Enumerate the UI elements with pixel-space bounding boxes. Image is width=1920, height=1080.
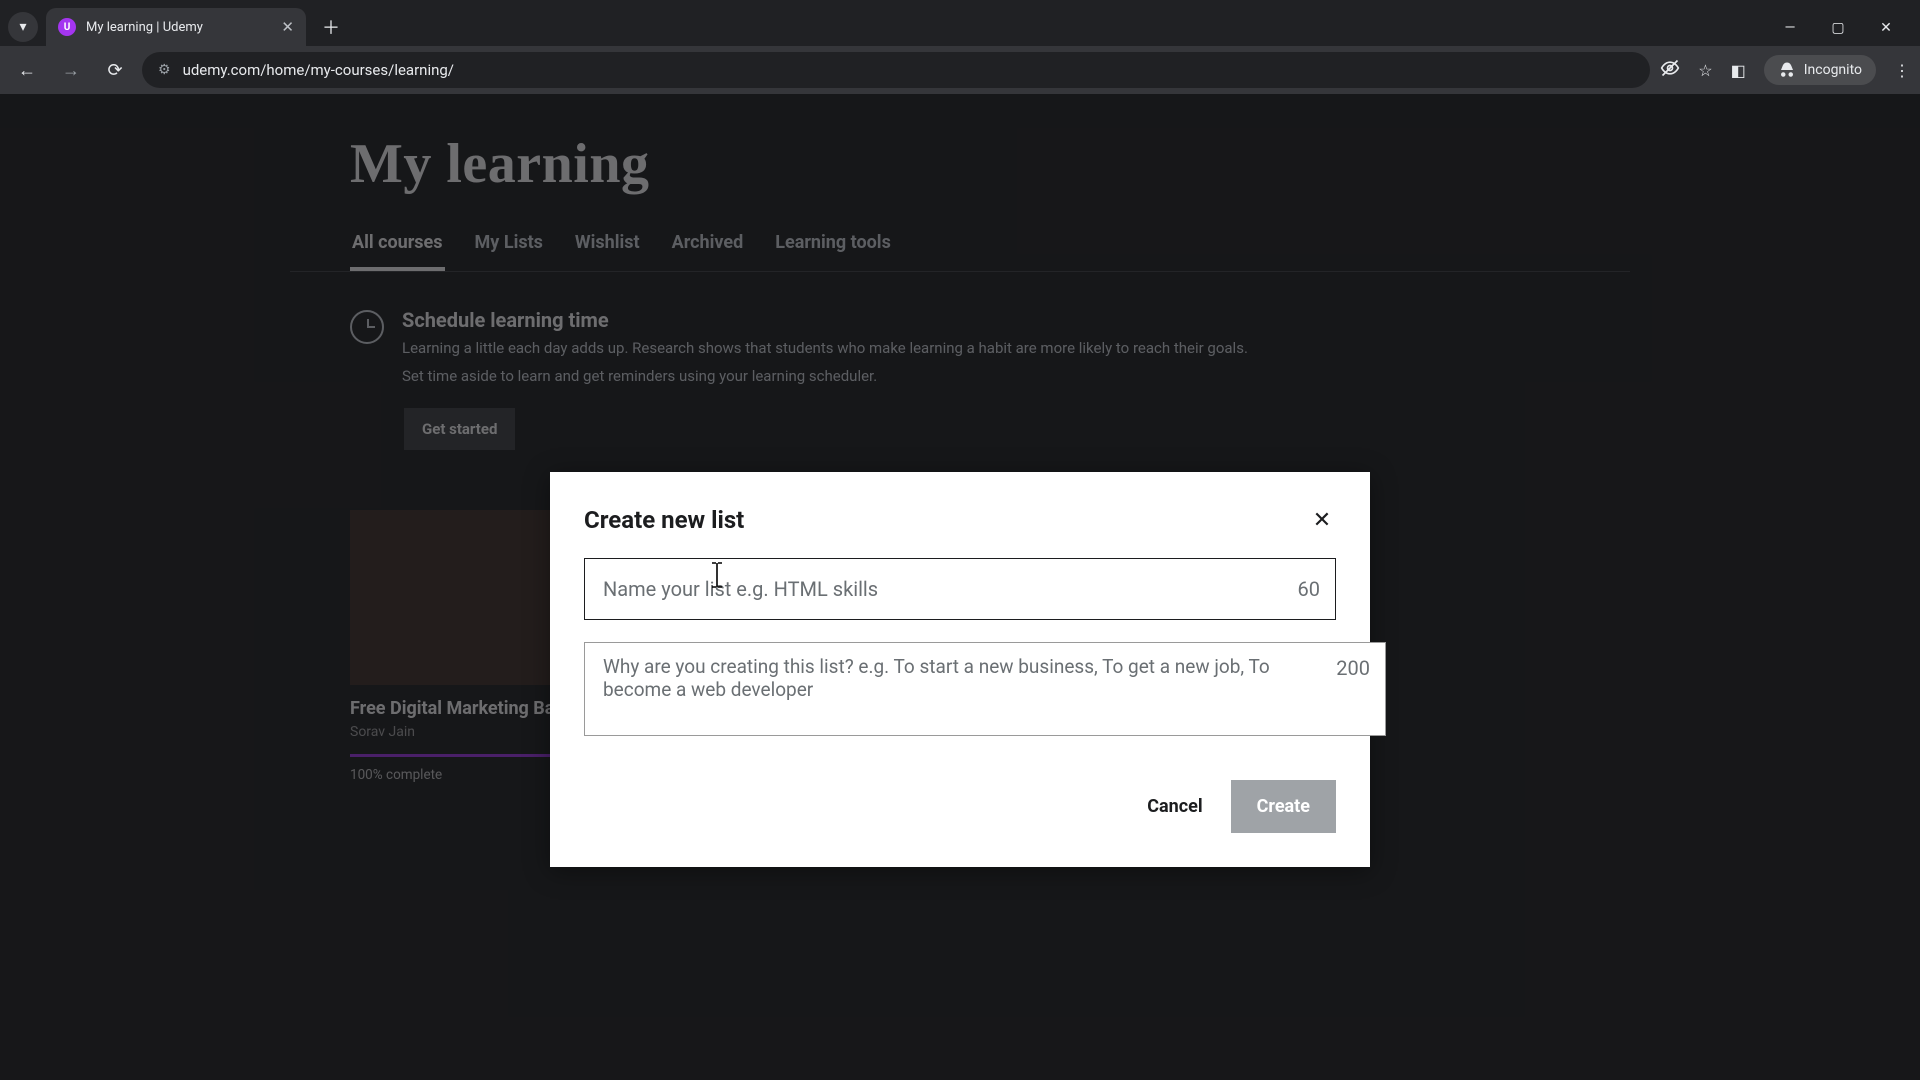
name-char-count: 60 [1298,577,1320,601]
list-description-input[interactable] [584,642,1386,736]
cancel-button[interactable]: Cancel [1137,782,1212,831]
window-maximize-icon[interactable]: ▢ [1828,20,1848,36]
modal-close-button[interactable]: ✕ [1308,506,1336,534]
nav-back-button[interactable]: ← [10,53,44,87]
create-button[interactable]: Create [1231,780,1336,833]
incognito-indicator[interactable]: Incognito [1764,55,1876,85]
browser-toolbar: ← → ⟳ ⚙ udemy.com/home/my-courses/learni… [0,46,1920,94]
list-name-input[interactable] [584,558,1336,620]
udemy-favicon-icon: U [58,18,76,36]
tracking-eye-icon[interactable] [1660,58,1680,82]
site-settings-icon[interactable]: ⚙ [158,62,171,78]
browser-tab-strip: ▾ U My learning | Udemy ✕ ＋ ― ▢ ✕ [0,0,1920,46]
create-list-modal: Create new list ✕ 60 200 Cancel Create [550,472,1370,867]
address-bar[interactable]: ⚙ udemy.com/home/my-courses/learning/ [142,52,1650,88]
bookmark-star-icon[interactable]: ☆ [1698,61,1712,80]
close-tab-icon[interactable]: ✕ [281,18,294,36]
new-tab-button[interactable]: ＋ [316,12,346,42]
browser-tab-active[interactable]: U My learning | Udemy ✕ [46,8,306,46]
nav-forward-button[interactable]: → [54,53,88,87]
incognito-icon [1778,61,1796,79]
nav-reload-button[interactable]: ⟳ [98,53,132,87]
browser-menu-icon[interactable]: ⋮ [1894,61,1910,80]
desc-char-count: 200 [1336,656,1370,680]
incognito-label: Incognito [1804,62,1862,78]
side-panel-icon[interactable]: ◧ [1731,61,1746,80]
window-minimize-icon[interactable]: ― [1780,20,1800,36]
modal-title: Create new list [584,506,744,534]
tab-search-button[interactable]: ▾ [8,12,38,42]
tab-title: My learning | Udemy [86,20,271,35]
window-close-icon[interactable]: ✕ [1876,20,1896,36]
url-text: udemy.com/home/my-courses/learning/ [183,61,454,79]
